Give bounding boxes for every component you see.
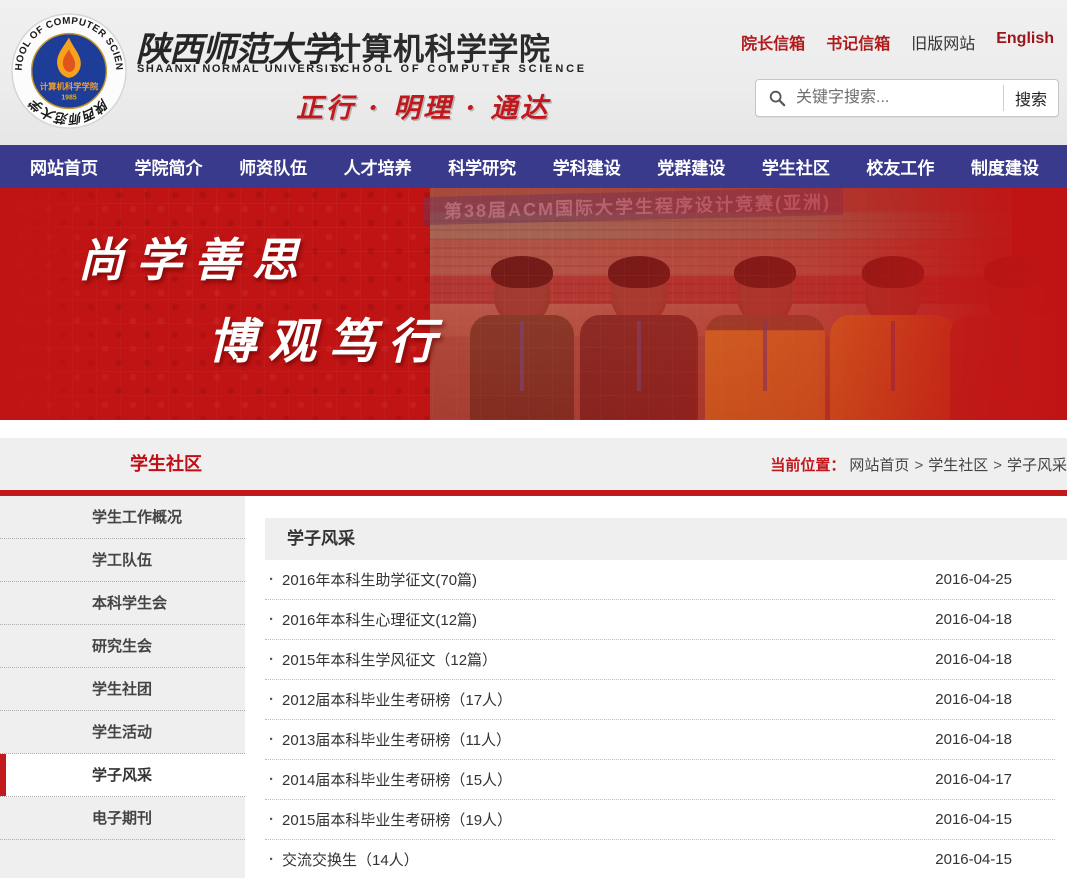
section-bar: 学生社区 当前位置： 网站首页学生社区学子风采 <box>0 438 1067 490</box>
article-row: · 2016年本科生助学征文(70篇) 2016-04-25 <box>265 560 1055 600</box>
seal-center-name: 计算机科学学院 <box>40 82 99 92</box>
banner-photo: 第38届ACM国际大学生程序设计竞赛(亚洲) <box>430 188 1012 420</box>
article-link[interactable]: 2016年本科生心理征文(12篇) <box>282 609 935 630</box>
article-row: · 2015届本科毕业生考研榜（19人） 2016-04-15 <box>265 800 1055 840</box>
article-date: 2016-04-15 <box>935 811 1055 828</box>
article-link[interactable]: 2013届本科毕业生考研榜（11人） <box>282 729 935 750</box>
bullet-icon: · <box>269 811 274 828</box>
sidebar-item-label: 本科学生会 <box>92 595 167 612</box>
bullet-icon: · <box>269 651 274 668</box>
article-row: · 2013届本科毕业生考研榜（11人） 2016-04-18 <box>265 720 1055 760</box>
sidebar-item-label: 学生工作概况 <box>92 509 182 526</box>
article-row: · 交流交换生（14人） 2016-04-15 <box>265 840 1055 878</box>
banner-slogan-line1: 尚学善思 <box>78 224 310 290</box>
article-row: · 2016年本科生心理征文(12篇) 2016-04-18 <box>265 600 1055 640</box>
seal-year: 1985 <box>61 95 76 102</box>
search-button[interactable]: 搜索 <box>1004 80 1058 116</box>
article-link[interactable]: 2016年本科生助学征文(70篇) <box>282 569 935 590</box>
bullet-icon: · <box>269 691 274 708</box>
nav-item[interactable]: 党群建设 <box>657 154 725 179</box>
student-figure <box>580 263 698 420</box>
student-figure <box>705 263 825 420</box>
article-link[interactable]: 2015届本科毕业生考研榜（19人） <box>282 809 935 830</box>
search-bar: 搜索 <box>755 79 1059 117</box>
article-date: 2016-04-17 <box>935 771 1055 788</box>
main-content: 学子风采 · 2016年本科生助学征文(70篇) 2016-04-25 · 20… <box>265 496 1067 878</box>
section-title: 学生社区 <box>130 438 202 490</box>
article-row: · 2014届本科毕业生考研榜（15人） 2016-04-17 <box>265 760 1055 800</box>
breadcrumb-links: 网站首页学生社区学子风采 <box>849 454 1067 475</box>
nav-item[interactable]: 人才培养 <box>344 154 412 179</box>
sidebar-item-label: 学生社团 <box>92 681 152 698</box>
sidebar-item-label: 电子期刊 <box>92 810 152 827</box>
breadcrumb: 当前位置： 网站首页学生社区学子风采 <box>770 438 1067 490</box>
breadcrumb-link[interactable]: 学生社区 <box>928 457 1007 474</box>
school-seal-logo: SCHOOL OF COMPUTER SCIENCE 陕西师范大学 计算机科学学… <box>10 12 128 130</box>
page: SCHOOL OF COMPUTER SCIENCE 陕西师范大学 计算机科学学… <box>0 0 1067 878</box>
bullet-icon: · <box>269 571 274 588</box>
nav-item[interactable]: 制度建设 <box>971 154 1039 179</box>
hero-banner: 第38届ACM国际大学生程序设计竞赛(亚洲) <box>0 188 1067 420</box>
nav-item[interactable]: 学生社区 <box>762 154 830 179</box>
list-title: 学子风采 <box>265 518 1067 560</box>
nav-item[interactable]: 校友工作 <box>866 154 934 179</box>
article-link[interactable]: 交流交换生（14人） <box>282 849 935 870</box>
article-date: 2016-04-18 <box>935 651 1055 668</box>
nav-item[interactable]: 学院简介 <box>135 154 203 179</box>
sidebar-item[interactable]: 电子期刊 <box>0 797 245 840</box>
sidebar-item[interactable]: 学生社团 <box>0 668 245 711</box>
sidebar-item[interactable]: 学生工作概况 <box>0 496 245 539</box>
sidebar-item[interactable]: 本科学生会 <box>0 582 245 625</box>
sidebar-item[interactable]: 学子风采 <box>0 754 245 797</box>
school-name-en: SCHOOL OF COMPUTER SCIENCE <box>331 63 587 75</box>
nav-item[interactable]: 学科建设 <box>553 154 621 179</box>
banner-slogan-line2: 博观笃行 <box>208 302 448 372</box>
sidebar-item-label: 学子风采 <box>92 767 152 784</box>
sidebar-item-label: 研究生会 <box>92 638 152 655</box>
article-list: · 2016年本科生助学征文(70篇) 2016-04-25 · 2016年本科… <box>265 560 1055 878</box>
bullet-icon: · <box>269 731 274 748</box>
breadcrumb-label: 当前位置： <box>770 454 845 475</box>
nav-item[interactable]: 网站首页 <box>30 154 98 179</box>
header-quick-link[interactable]: 书记信箱 <box>826 30 890 54</box>
student-figure <box>470 263 574 420</box>
search-icon <box>768 89 786 107</box>
sidebar-item-label: 学生活动 <box>92 724 152 741</box>
article-date: 2016-04-18 <box>935 731 1055 748</box>
article-date: 2016-04-15 <box>935 851 1055 868</box>
sidebar-item[interactable]: 学生活动 <box>0 711 245 754</box>
bullet-icon: · <box>269 851 274 868</box>
breadcrumb-link[interactable]: 学子风采 <box>1007 457 1067 474</box>
nav-item[interactable]: 师资队伍 <box>239 154 307 179</box>
bullet-icon: · <box>269 611 274 628</box>
student-figure <box>950 263 1067 420</box>
main-nav: 网站首页 学院简介 师资队伍 人才培养 科学研究 学科建设 党群建设 学生社区 … <box>0 145 1067 188</box>
sidebar: 学生工作概况 学工队伍 本科学生会 研究生会 学生社团 学生活动 学子风采 <box>0 496 245 878</box>
site-header: SCHOOL OF COMPUTER SCIENCE 陕西师范大学 计算机科学学… <box>0 0 1067 145</box>
university-name-en: SHAANXI NORMAL UNIVERSITY <box>137 63 347 75</box>
header-quick-links: 院长信箱 书记信箱 旧版网站 English <box>741 30 1054 54</box>
bullet-icon: · <box>269 771 274 788</box>
article-date: 2016-04-18 <box>935 611 1055 628</box>
breadcrumb-link[interactable]: 网站首页 <box>849 457 928 474</box>
student-figure <box>830 263 956 420</box>
article-link[interactable]: 2014届本科毕业生考研榜（15人） <box>282 769 935 790</box>
search-input[interactable] <box>796 80 1003 116</box>
sidebar-item[interactable]: 研究生会 <box>0 625 245 668</box>
article-link[interactable]: 2015年本科生学风征文（12篇） <box>282 649 935 670</box>
article-date: 2016-04-18 <box>935 691 1055 708</box>
article-row: · 2015年本科生学风征文（12篇） 2016-04-18 <box>265 640 1055 680</box>
article-date: 2016-04-25 <box>935 571 1055 588</box>
header-quick-link[interactable]: 院长信箱 <box>741 30 805 54</box>
sidebar-item[interactable]: 学工队伍 <box>0 539 245 582</box>
header-quick-link[interactable]: 旧版网站 <box>911 30 975 54</box>
header-quick-link[interactable]: English <box>996 30 1054 54</box>
school-motto: 正行 · 明理 · 通达 <box>296 86 550 125</box>
article-link[interactable]: 2012届本科毕业生考研榜（17人） <box>282 689 935 710</box>
sidebar-item-label: 学工队伍 <box>92 552 152 569</box>
article-row: · 2012届本科毕业生考研榜（17人） 2016-04-18 <box>265 680 1055 720</box>
nav-item[interactable]: 科学研究 <box>448 154 516 179</box>
